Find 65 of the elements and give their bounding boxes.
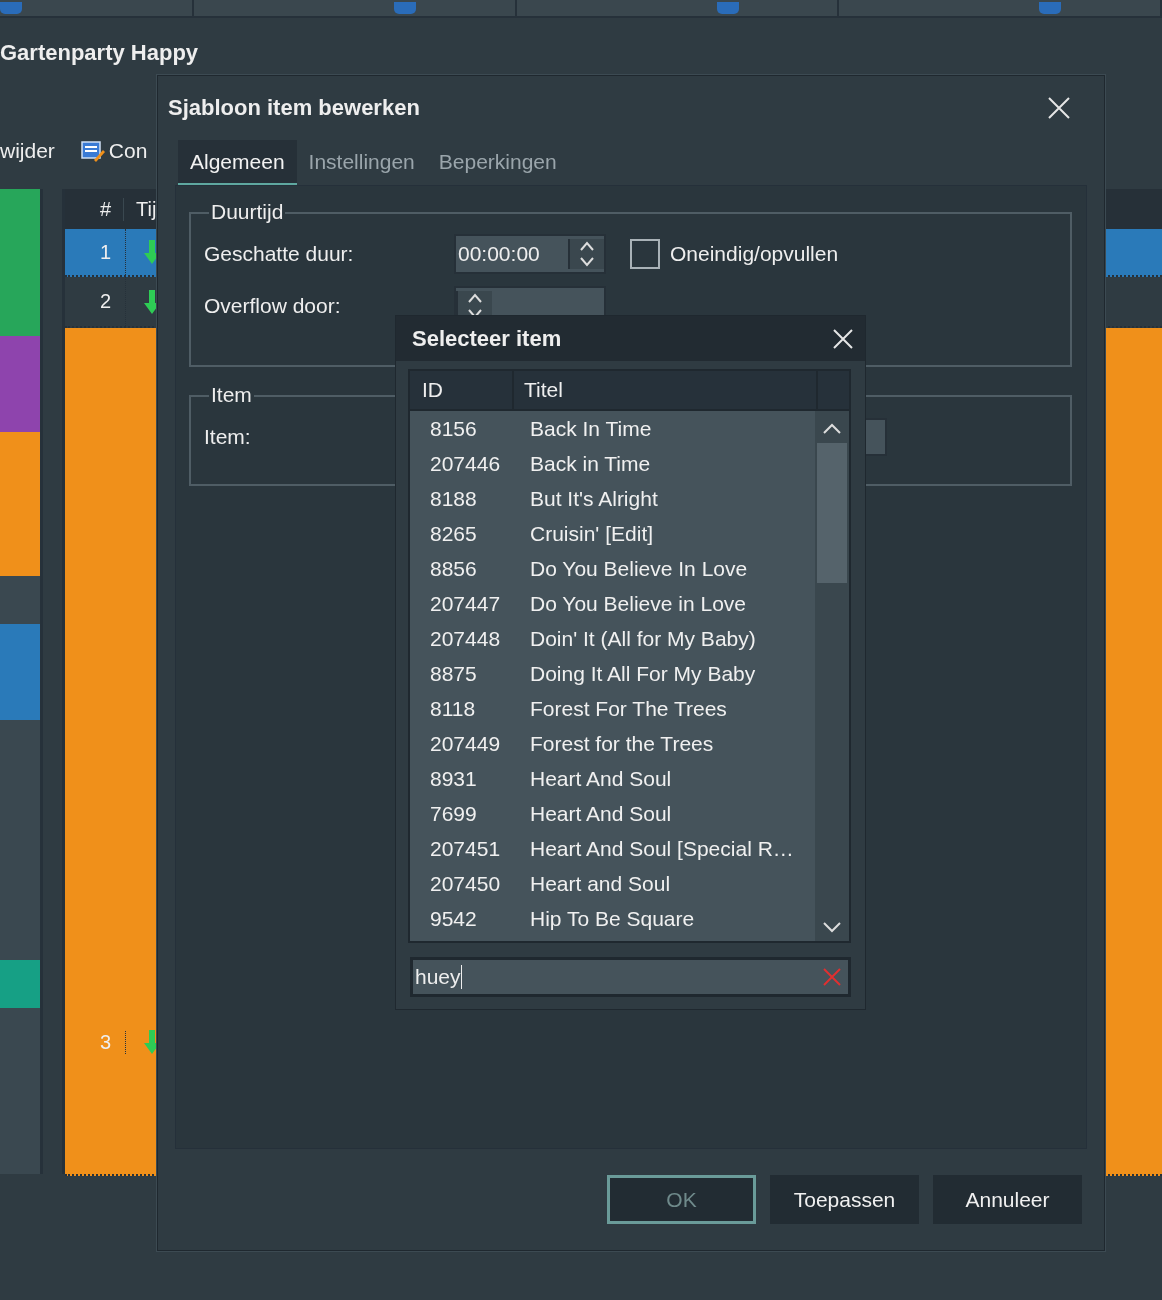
time-spin-field[interactable]: 00:00:00 [454,234,606,274]
id-cell[interactable]: 207449 [410,731,530,756]
toolbar-label[interactable]: wijder [0,139,55,163]
id-cell[interactable]: 8118 [410,696,530,721]
spin-arrows-icon[interactable] [568,239,604,269]
edit-list-icon[interactable] [80,140,105,162]
checkbox[interactable] [630,239,660,269]
column-header[interactable]: Titel [514,371,818,409]
title-cell[interactable]: Doing It All For My Baby [530,661,756,686]
title-cell[interactable]: Back in Time [530,451,651,476]
search-field[interactable]: huey [410,957,851,997]
checkbox-icon [716,2,739,14]
close-icon[interactable] [1048,97,1070,119]
title-cell[interactable]: Heart And Soul [530,801,672,826]
tab[interactable]: Instellingen [296,140,427,185]
title-cell[interactable]: Doin' It (All for My Baby) [530,626,756,651]
title-cell[interactable]: Do You Believe In Love [530,556,748,581]
id-cell[interactable]: 9542 [410,906,530,931]
toolbar-label[interactable]: Con [108,139,148,163]
title-cell[interactable]: Hip To Be Square [530,906,695,931]
dialog-button[interactable]: Toepassen [770,1175,919,1224]
scroll-up-icon[interactable] [822,423,842,435]
id-cell[interactable]: 8875 [410,661,530,686]
column-header[interactable]: # [65,197,124,221]
id-cell[interactable]: 207451 [410,836,530,861]
scroll-thumb[interactable] [817,443,847,583]
checkbox-icon [1039,2,1062,14]
tab[interactable]: Beperkingen [426,140,569,185]
field-label: Geschatte duur: [204,242,355,266]
scrollbar[interactable] [815,411,849,941]
column-header[interactable]: ID [410,371,514,409]
id-cell[interactable]: 207450 [410,871,530,896]
title-cell[interactable]: Forest For The Trees [530,696,727,721]
id-cell[interactable]: 7699 [410,801,530,826]
tab[interactable]: Algemeen [178,140,297,185]
id-cell[interactable]: 207447 [410,591,530,616]
id-cell[interactable]: 8265 [410,521,530,546]
title-cell[interactable]: Heart And Soul [530,766,672,791]
scroll-down-icon[interactable] [822,921,842,933]
id-cell[interactable]: 8188 [410,486,530,511]
checkbox-label[interactable]: Oneindig/opvullen [670,242,839,266]
title-cell[interactable]: Forest for the Trees [530,731,714,756]
id-cell[interactable]: 8856 [410,556,530,581]
field-label: Overflow door: [204,294,342,318]
dialog-button[interactable]: Annuleer [933,1175,1082,1224]
table-cell: 2 [65,277,126,326]
dialog-title: Sjabloon item bewerken [168,95,420,121]
id-cell[interactable]: 207446 [410,451,530,476]
title-cell[interactable]: Cruisin' [Edit] [530,521,654,546]
title-cell[interactable]: Do You Believe in Love [530,591,746,616]
id-cell[interactable]: 207448 [410,626,530,651]
table-cell: 1 [65,229,126,275]
id-cell[interactable]: 8156 [410,416,530,441]
id-cell[interactable]: 8931 [410,766,530,791]
checkbox-icon [0,2,22,14]
popup-title: Selecteer item [412,325,562,352]
checkbox-icon [394,2,416,14]
title-cell[interactable]: But It's Alright [530,486,658,511]
column-header[interactable]: Tij [124,197,157,221]
table-cell: 3 [65,1031,126,1054]
close-icon[interactable] [833,328,853,349]
title-cell[interactable]: Back In Time [530,416,652,441]
title-cell[interactable]: Heart And Soul [Special R… [530,836,794,861]
title-cell[interactable]: Heart and Soul [530,871,671,896]
playlist-title: Gartenparty Happy [0,39,200,67]
